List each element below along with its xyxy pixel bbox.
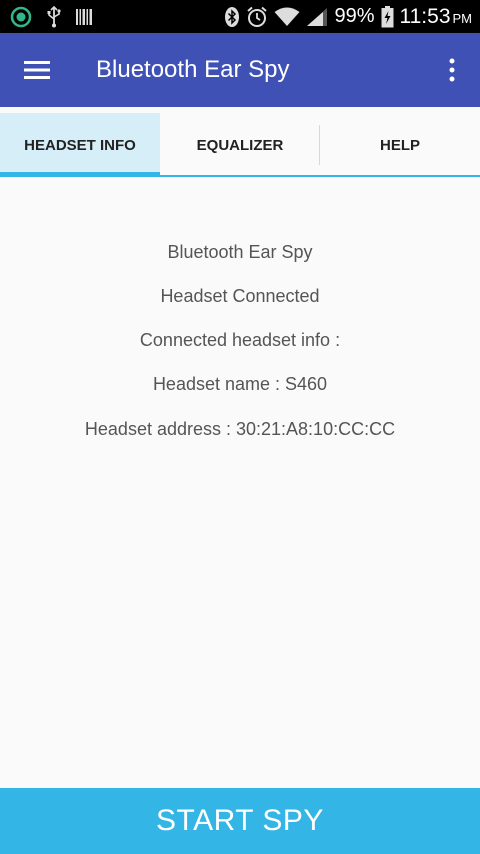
tab-help[interactable]: HELP xyxy=(320,113,480,177)
status-bar: 99% 11:53 PM xyxy=(0,0,480,33)
signal-icon xyxy=(306,0,328,33)
tab-label: HEADSET INFO xyxy=(24,136,136,154)
clock: 11:53 PM xyxy=(400,5,473,29)
tab-equalizer[interactable]: EQUALIZER xyxy=(160,113,320,177)
info-headset-address: Headset address : 30:21:A8:10:CC:CC xyxy=(84,419,396,439)
info-headset-name: Headset name : S460 xyxy=(152,374,328,394)
battery-percentage: 99% xyxy=(334,5,375,27)
menu-button[interactable] xyxy=(0,33,74,107)
info-header: Connected headset info : xyxy=(139,330,341,350)
tab-bar: HEADSET INFO EQUALIZER HELP xyxy=(0,113,480,177)
barcode-icon xyxy=(76,0,92,33)
clock-ampm: PM xyxy=(452,10,473,26)
tab-label: EQUALIZER xyxy=(196,136,284,154)
status-bar-right: 99% 11:53 PM xyxy=(224,0,472,33)
clock-time: 11:53 xyxy=(399,4,451,28)
usb-icon xyxy=(46,0,62,33)
app-title: Bluetooth Ear Spy xyxy=(96,56,290,83)
overflow-menu-button[interactable] xyxy=(424,33,480,107)
bluetooth-icon xyxy=(224,0,240,33)
hamburger-menu-icon xyxy=(24,61,50,79)
info-app-name: Bluetooth Ear Spy xyxy=(167,242,313,262)
alarm-icon xyxy=(246,0,268,33)
circle-notification-icon xyxy=(10,0,32,33)
screen: 99% 11:53 PM Bluetooth Ear Spy HEADSET I… xyxy=(0,0,480,854)
app-bar: Bluetooth Ear Spy xyxy=(0,33,480,107)
battery-charging-icon xyxy=(381,0,394,33)
more-vert-icon xyxy=(449,58,455,82)
tab-label: HELP xyxy=(379,136,420,154)
wifi-icon xyxy=(274,0,300,33)
info-connection-status: Headset Connected xyxy=(160,286,320,306)
tab-headset-info[interactable]: HEADSET INFO xyxy=(0,113,160,177)
status-bar-left xyxy=(10,0,92,33)
start-spy-button[interactable]: START SPY xyxy=(0,788,480,854)
